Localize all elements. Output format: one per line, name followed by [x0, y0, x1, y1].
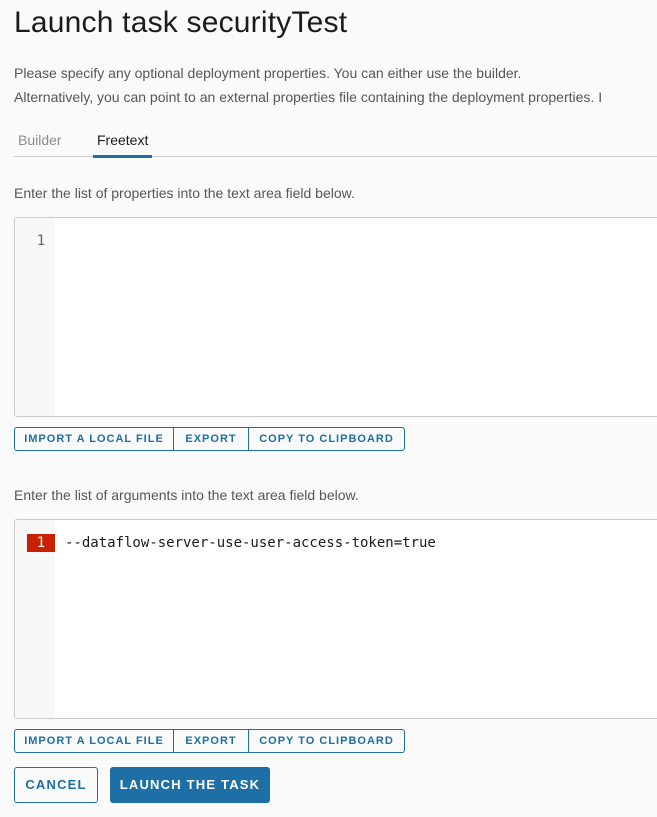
arguments-import-file-button[interactable]: IMPORT A LOCAL FILE [15, 730, 174, 752]
properties-copy-clipboard-button[interactable]: COPY TO CLIPBOARD [249, 428, 404, 450]
tab-bar: Builder Freetext [14, 128, 657, 158]
page-title: Launch task securityTest [14, 6, 348, 39]
arguments-export-button[interactable]: EXPORT [174, 730, 249, 752]
line-number-error: 1 [27, 534, 55, 552]
description-line-1: Please specify any optional deployment p… [14, 65, 522, 81]
tab-builder[interactable]: Builder [14, 132, 66, 155]
line-number: 1 [36, 233, 46, 249]
description-line-2: Alternatively, you can point to an exter… [14, 89, 603, 105]
tab-freetext[interactable]: Freetext [93, 132, 153, 158]
launch-task-button[interactable]: LAUNCH THE TASK [110, 767, 270, 803]
arguments-copy-clipboard-button[interactable]: COPY TO CLIPBOARD [249, 730, 404, 752]
properties-import-file-button[interactable]: IMPORT A LOCAL FILE [15, 428, 174, 450]
cancel-button[interactable]: CANCEL [14, 767, 98, 803]
properties-file-actions: IMPORT A LOCAL FILE EXPORT COPY TO CLIPB… [14, 427, 405, 451]
arguments-label: Enter the list of arguments into the tex… [14, 487, 359, 503]
arguments-editor[interactable]: 1 --dataflow-server-use-user-access-toke… [14, 519, 657, 719]
properties-export-button[interactable]: EXPORT [174, 428, 249, 450]
arguments-file-actions: IMPORT A LOCAL FILE EXPORT COPY TO CLIPB… [14, 729, 405, 753]
properties-editor[interactable]: 1 [14, 217, 657, 417]
code-line[interactable]: --dataflow-server-use-user-access-token=… [65, 534, 436, 552]
properties-label: Enter the list of properties into the te… [14, 185, 355, 201]
